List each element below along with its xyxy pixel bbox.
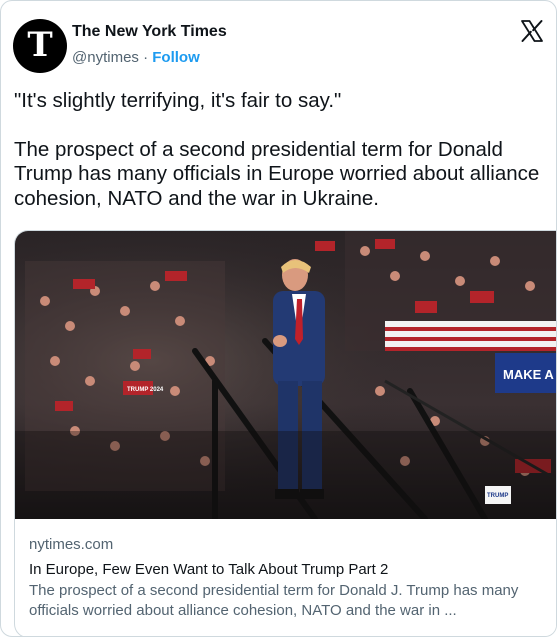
sign-make-america: MAKE A [503,367,554,382]
link-preview-card[interactable]: TRUMP 2024 MAKE A TRUMP nytimes.com In E… [14,230,556,636]
account-name[interactable]: The New York Times [72,23,227,41]
sign-trump: TRUMP [487,493,508,499]
x-logo-icon[interactable] [520,19,544,43]
article-photo[interactable]: TRUMP 2024 MAKE A TRUMP [15,231,556,519]
tweet-card[interactable]: T The New York Times @nytimes · Follow "… [0,0,557,637]
tweet-header: T The New York Times @nytimes · Follow [13,19,544,75]
rally-photo-image: TRUMP 2024 MAKE A TRUMP [15,231,556,519]
sign-trump-2024: TRUMP 2024 [127,387,164,393]
nyt-logo-glyph: T [27,25,53,65]
link-domain[interactable]: nytimes.com [29,536,549,553]
tweet-body: The prospect of a second presidential te… [14,137,540,210]
handle-row: @nytimes · Follow [72,49,200,66]
account-handle[interactable]: @nytimes [72,49,139,66]
avatar[interactable]: T [13,19,67,73]
separator-dot: · [143,49,149,66]
follow-button[interactable]: Follow [152,49,200,66]
link-headline[interactable]: In Europe, Few Even Want to Talk About T… [29,561,549,578]
tweet-text: "It's slightly terrifying, it's fair to … [14,89,544,211]
link-description: The prospect of a second presidential te… [29,582,519,619]
tweet-quote: "It's slightly terrifying, it's fair to … [14,89,342,112]
link-meta[interactable]: nytimes.com In Europe, Few Even Want to … [29,536,549,620]
